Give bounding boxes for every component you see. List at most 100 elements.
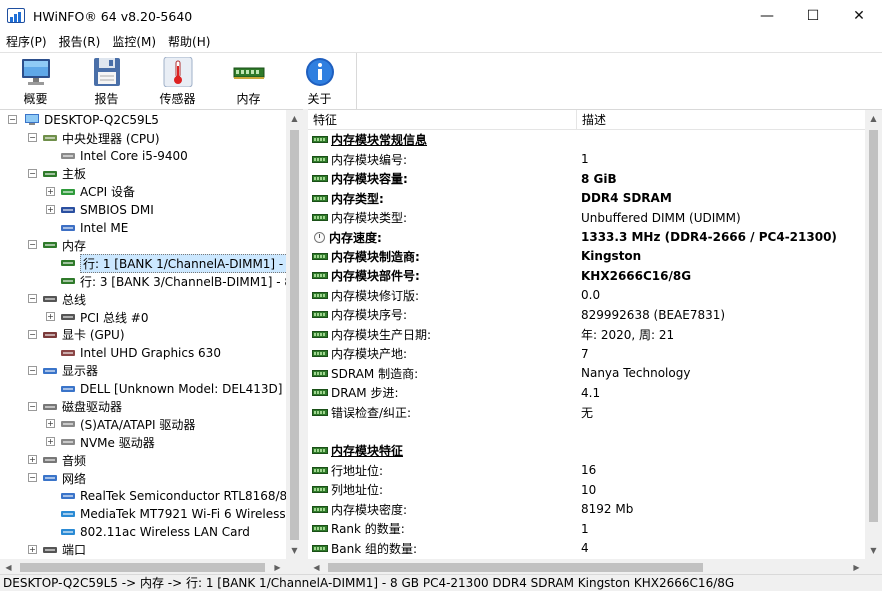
- list-horizontal-scrollbar[interactable]: ◀ ▶: [308, 559, 882, 574]
- scroll-down-arrow[interactable]: ▼: [865, 542, 882, 559]
- property-row[interactable]: 内存模块生产日期: 年: 2020, 周: 21: [308, 325, 865, 345]
- memory-icon: [42, 239, 58, 251]
- property-row[interactable]: 内存模块编号: 1: [308, 149, 865, 169]
- property-row[interactable]: 内存模块制造商: Kingston: [308, 247, 865, 267]
- minimize-button[interactable]: —: [744, 0, 790, 32]
- summary-button[interactable]: 概要: [0, 53, 71, 109]
- tree-node[interactable]: − 磁盘驱动器: [28, 398, 122, 416]
- scroll-down-arrow[interactable]: ▼: [286, 542, 303, 559]
- sensors-label: 传感器: [159, 92, 196, 106]
- list-scroll-thumb[interactable]: [869, 130, 878, 522]
- menu-report[interactable]: 报告(R): [53, 32, 107, 52]
- tree-expander[interactable]: −: [28, 133, 37, 142]
- tree-node[interactable]: Intel UHD Graphics 630: [46, 344, 221, 362]
- tree-node[interactable]: + ACPI 设备: [46, 183, 135, 201]
- tree-node[interactable]: MediaTek MT7921 Wi-Fi 6 Wireless Network…: [46, 505, 286, 523]
- about-button[interactable]: 关于: [284, 53, 355, 109]
- property-row[interactable]: 内存模块产地: 7: [308, 344, 865, 364]
- property-row[interactable]: 内存速度: 1333.3 MHz (DDR4-2666 / PC4-21300): [308, 227, 865, 247]
- section-header-row[interactable]: 内存模块特征: [308, 441, 865, 461]
- property-row[interactable]: 列地址位: 10: [308, 480, 865, 500]
- tree-hscroll-thumb[interactable]: [20, 563, 265, 572]
- memory-button[interactable]: 内存: [213, 53, 284, 109]
- property-row[interactable]: 内存模块部件号: KHX2666C16/8G: [308, 266, 865, 286]
- property-value: 年: 2020, 周: 21: [581, 327, 675, 342]
- property-row[interactable]: Bank 组的数量: 4: [308, 538, 865, 558]
- tree-expander[interactable]: −: [28, 473, 37, 483]
- menu-monitor[interactable]: 监控(M): [106, 32, 162, 52]
- tree-expander[interactable]: −: [28, 401, 37, 411]
- tree-expander[interactable]: +: [28, 544, 37, 554]
- property-name: Bank 组的数量:: [312, 540, 417, 557]
- menu-program[interactable]: 程序(P): [0, 32, 53, 52]
- tree-node[interactable]: RealTek Semiconductor RTL8168/8111 PCI-E…: [46, 487, 286, 505]
- tree-node[interactable]: 802.11ac Wireless LAN Card: [46, 523, 250, 541]
- tree-node[interactable]: + PCI 总线 #0: [46, 308, 148, 326]
- tree-root[interactable]: − DESKTOP-Q2C59L5: [8, 111, 159, 129]
- property-row[interactable]: 内存类型: DDR4 SDRAM: [308, 188, 865, 208]
- tree-expander[interactable]: +: [46, 419, 55, 429]
- tree-node[interactable]: + 音频: [28, 451, 86, 469]
- tree-node[interactable]: − 中央处理器 (CPU): [28, 129, 160, 147]
- tree-expander[interactable]: −: [28, 240, 37, 250]
- scroll-right-arrow[interactable]: ▶: [269, 559, 286, 574]
- property-row[interactable]: 内存模块序号: 829992638 (BEAE7831): [308, 305, 865, 325]
- close-button[interactable]: ✕: [836, 0, 882, 32]
- ram-icon: [312, 214, 328, 222]
- tree-expander[interactable]: −: [8, 115, 17, 124]
- tree-scroll-thumb[interactable]: [290, 130, 299, 540]
- tree-node[interactable]: 行: 3 [BANK 3/ChannelB-DIMM1] - 8 GB PC4-…: [46, 272, 286, 290]
- property-row[interactable]: 内存模块修订版: 0.0: [308, 286, 865, 306]
- tree-node[interactable]: − 网络: [28, 469, 86, 487]
- property-row[interactable]: 内存模块密度: 8192 Mb: [308, 500, 865, 520]
- tree-node[interactable]: + NVMe 驱动器: [46, 433, 155, 451]
- property-row[interactable]: Rank 的数量: 1: [308, 519, 865, 539]
- tree-node[interactable]: DELL [Unknown Model: DEL413D]: [46, 380, 282, 398]
- tree-expander[interactable]: +: [46, 186, 55, 196]
- tree-vertical-scrollbar[interactable]: ▲ ▼: [286, 110, 303, 559]
- sensors-button[interactable]: 传感器: [142, 53, 213, 109]
- tree-expander[interactable]: +: [46, 312, 55, 321]
- property-row[interactable]: 内存模块类型: Unbuffered DIMM (UDIMM): [308, 208, 865, 228]
- property-row[interactable]: 内存模块容量: 8 GiB: [308, 169, 865, 189]
- maximize-button[interactable]: ☐: [790, 0, 836, 32]
- scroll-up-arrow[interactable]: ▲: [865, 110, 882, 127]
- section-header-row[interactable]: 内存模块常规信息: [308, 130, 865, 150]
- property-row[interactable]: DRAM 步进: 4.1: [308, 383, 865, 403]
- tree-node[interactable]: − 主板: [28, 165, 86, 183]
- tree-node[interactable]: − 显示器: [28, 362, 98, 380]
- audio-icon: [42, 454, 58, 466]
- property-row[interactable]: SDRAM 制造商: Nanya Technology: [308, 363, 865, 383]
- property-row[interactable]: 行地址位: 16: [308, 461, 865, 481]
- scroll-left-arrow[interactable]: ◀: [0, 559, 17, 574]
- tree-node[interactable]: 行: 1 [BANK 1/ChannelA-DIMM1] - 8 GB PC4-…: [46, 253, 286, 273]
- property-value: 8192 Mb: [581, 502, 634, 517]
- list-hscroll-thumb[interactable]: [328, 563, 703, 572]
- scroll-left-arrow[interactable]: ◀: [308, 559, 325, 574]
- tree-node[interactable]: − 内存: [28, 236, 86, 254]
- tree-expander[interactable]: +: [46, 437, 55, 447]
- menu-help[interactable]: 帮助(H): [162, 32, 216, 52]
- tree-node[interactable]: − 总线: [28, 290, 86, 308]
- report-button[interactable]: 报告: [71, 53, 142, 109]
- column-header-feature[interactable]: 特征: [308, 110, 577, 130]
- tree-expander[interactable]: +: [46, 204, 55, 214]
- tree-expander[interactable]: −: [28, 329, 37, 339]
- tree-node[interactable]: Intel Core i5-9400: [46, 147, 188, 165]
- tree-node[interactable]: + SMBIOS DMI: [46, 201, 154, 219]
- tree-horizontal-scrollbar[interactable]: ◀ ▶: [0, 559, 303, 574]
- tree-node[interactable]: Intel ME: [46, 219, 128, 237]
- tree-expander[interactable]: −: [28, 294, 37, 304]
- column-header-description[interactable]: 描述: [577, 110, 865, 130]
- scroll-up-arrow[interactable]: ▲: [286, 110, 303, 127]
- list-vertical-scrollbar[interactable]: ▲ ▼: [865, 110, 882, 559]
- scroll-right-arrow[interactable]: ▶: [848, 559, 865, 574]
- tree-node[interactable]: − 显卡 (GPU): [28, 326, 125, 344]
- tree-node[interactable]: + (S)ATA/ATAPI 驱动器: [46, 415, 195, 433]
- tree-expander[interactable]: −: [28, 365, 37, 375]
- tree-node[interactable]: + 端口: [28, 541, 86, 559]
- tree-expander[interactable]: −: [28, 168, 37, 178]
- property-value: 1333.3 MHz (DDR4-2666 / PC4-21300): [581, 230, 837, 244]
- property-row[interactable]: 错误检查/纠正: 无: [308, 402, 865, 422]
- tree-expander[interactable]: +: [28, 455, 37, 465]
